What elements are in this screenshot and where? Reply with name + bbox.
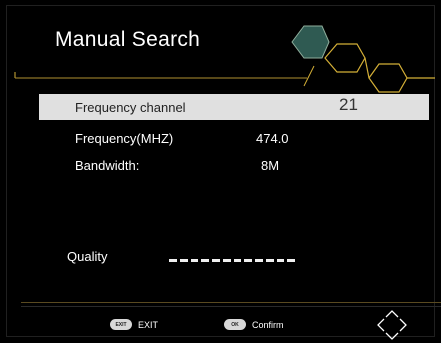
hexagon-filled [291,25,330,59]
menu-row-frequency-mhz[interactable]: Frequency(MHZ) 474.0 [39,125,429,151]
frequency-channel-value: 21 [339,95,358,114]
exit-button[interactable]: EXIT EXIT [110,319,158,330]
bandwidth-label: Bandwidth: [75,158,140,173]
footer-divider-shadow [21,306,441,307]
exit-key-icon: EXIT [110,319,132,330]
dpad-arrows-icon [377,310,407,340]
ok-key-icon: OK [224,319,246,330]
tv-menu-screen: Manual Search Frequency channel 21 Frequ… [6,5,441,340]
bandwidth-value: 8M [261,158,280,173]
footer-divider [21,302,441,303]
exit-button-label: EXIT [138,319,159,330]
confirm-button-label: Confirm [252,319,284,330]
frequency-mhz-label: Frequency(MHZ) [75,131,174,146]
quality-label: Quality [67,249,108,264]
confirm-button[interactable]: OK Confirm [224,319,284,330]
page-title: Manual Search [55,28,201,51]
quality-meter [169,259,295,262]
frequency-channel-label: Frequency channel [75,100,186,115]
menu-row-bandwidth[interactable]: Bandwidth: 8M [39,152,429,178]
menu-row-frequency-channel[interactable]: Frequency channel 21 [39,94,429,120]
frequency-mhz-value: 474.0 [256,131,289,146]
